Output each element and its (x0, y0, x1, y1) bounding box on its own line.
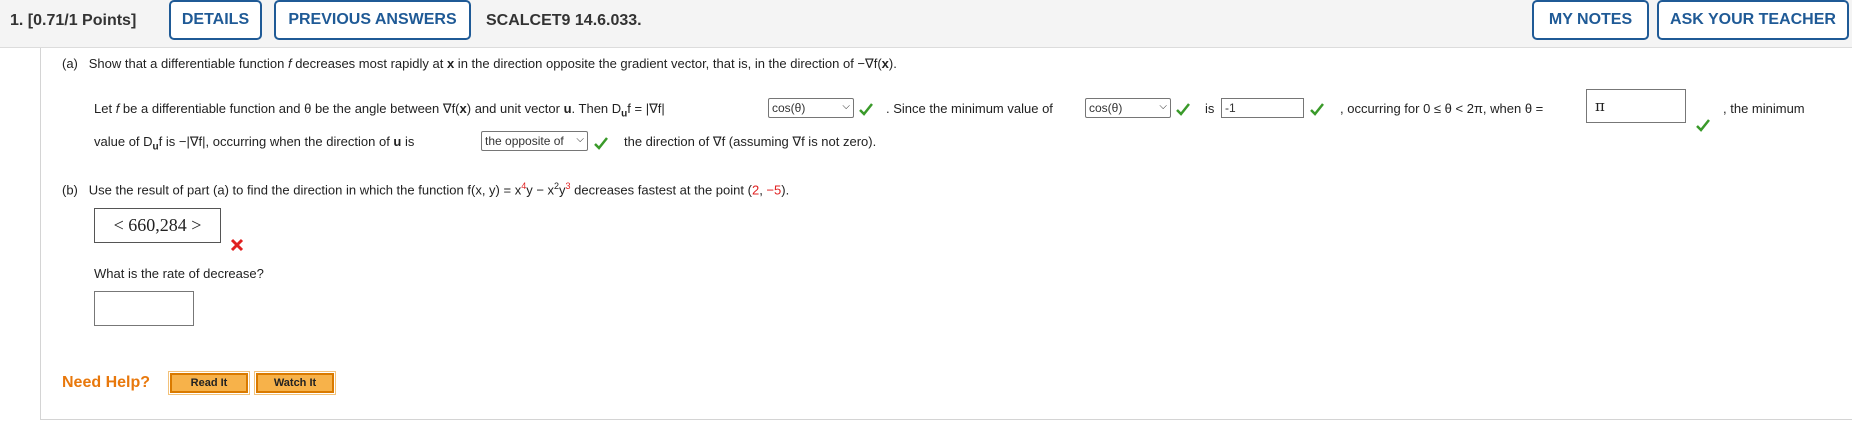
question-code: SCALCET9 14.6.033. (486, 12, 642, 29)
prompt-text: in the direction opposite the gradient v… (454, 56, 882, 71)
direction-text: the direction of ∇f (assuming ∇f is not … (624, 134, 877, 149)
part-b-label: (b) (62, 182, 78, 198)
theta-answer: π (1595, 97, 1605, 115)
chevron-down-icon: ⌵ (842, 101, 850, 112)
need-help-label: Need Help? (62, 374, 151, 391)
select-value: the opposite of (485, 134, 564, 148)
min-value-select[interactable]: cos(θ) ⌵ (1085, 98, 1171, 118)
prompt-text: Use the result of part (a) to find the d… (88, 182, 522, 198)
prompt-text: Show that a differentiable function (88, 56, 288, 71)
part-a-label: (a) (62, 56, 78, 71)
chevron-down-icon: ⌵ (1159, 101, 1167, 112)
watch-it-button[interactable]: Watch It (254, 371, 336, 395)
question-number-points: 1. [0.71/1 Points] (10, 12, 136, 30)
direction-answer-box[interactable]: < 660,284 > (94, 208, 221, 243)
rate-answer-box[interactable] (94, 291, 194, 326)
select-value: cos(θ) (772, 101, 806, 115)
rate-question: What is the rate of decrease? (94, 266, 264, 281)
line-text: ) and unit vector (466, 101, 564, 116)
correct-check-icon (1176, 103, 1190, 116)
details-button[interactable]: DETAILS (169, 0, 262, 40)
prompt-text: ). (781, 182, 790, 198)
previous-answers-button[interactable]: PREVIOUS ANSWERS (274, 0, 471, 40)
prompt-text: ). (888, 56, 897, 71)
line-u: u (563, 101, 572, 116)
is-text: is (1205, 101, 1215, 116)
correct-check-icon (859, 103, 873, 116)
question-number: 1. (10, 12, 24, 29)
line-text: be a differentiable function and θ be th… (119, 101, 460, 116)
question-header: 1. [0.71/1 Points] DETAILS PREVIOUS ANSW… (0, 0, 1852, 48)
line-text: Let (94, 101, 116, 116)
chevron-down-icon: ⌵ (576, 134, 584, 145)
line-text: f is −|∇f|, occurring when the direction… (158, 134, 394, 149)
min-value-input[interactable]: -1 (1221, 98, 1304, 118)
point-y: −5 (766, 182, 782, 198)
incorrect-x-icon (230, 238, 244, 252)
correct-check-icon (594, 137, 608, 150)
part-a-line1-start: Let f be a differentiable function and θ… (94, 101, 665, 120)
part-a-prompt: (a) Show that a differentiable function … (62, 56, 897, 72)
prompt-text: decreases most rapidly at (291, 56, 447, 71)
line-text: . Then D (571, 101, 622, 116)
occurring-text: , occurring for 0 ≤ θ < 2π, when θ = (1340, 101, 1544, 116)
my-notes-button[interactable]: MY NOTES (1532, 0, 1649, 40)
angle-function-select[interactable]: cos(θ) ⌵ (768, 98, 854, 118)
read-it-button[interactable]: Read It (168, 371, 250, 395)
the-minimum-text: , the minimum (1723, 101, 1805, 116)
part-b-prompt: (b) Use the result of part (a) to find t… (62, 181, 789, 197)
select-value: cos(θ) (1089, 101, 1123, 115)
points: [0.71/1 Points] (27, 12, 137, 29)
line-text: is (401, 134, 415, 149)
line-text: value of D (94, 134, 153, 149)
line-x: x (459, 101, 467, 116)
correct-check-icon (1696, 119, 1710, 132)
direction-select[interactable]: the opposite of ⌵ (481, 131, 588, 151)
part-a-line2-start: value of Duf is −|∇f|, occurring when th… (94, 134, 414, 153)
prompt-text: y − x (526, 182, 555, 198)
correct-check-icon (1310, 103, 1324, 116)
theta-answer-box[interactable]: π (1586, 89, 1686, 123)
since-text: . Since the minimum value of (886, 101, 1053, 116)
ask-your-teacher-button[interactable]: ASK YOUR TEACHER (1657, 0, 1849, 40)
prompt-x: x (881, 56, 889, 71)
prompt-text: decreases fastest at the point ( (570, 182, 752, 198)
line-text: f = |∇f| (627, 101, 665, 116)
